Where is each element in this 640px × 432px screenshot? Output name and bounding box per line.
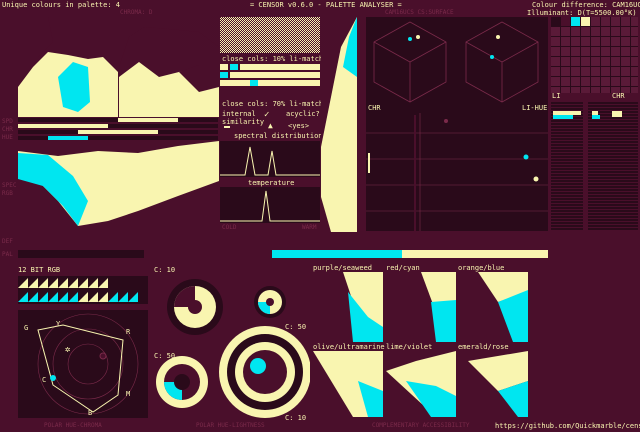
dither-pattern — [220, 17, 320, 53]
spectral-plot — [220, 141, 320, 177]
label-spec: SPEC — [2, 182, 17, 189]
stripe-bars — [18, 118, 218, 140]
palette-swatch-1[interactable] — [18, 250, 144, 258]
gradient-hue-graphic — [18, 17, 118, 117]
scatter-chr-label: CHR — [368, 104, 381, 112]
cam-space-label: CAM16UCS CS:SURFACE — [385, 9, 454, 16]
cvd-label-2: red/cyan — [386, 264, 420, 272]
check-icon: ✓ — [264, 110, 270, 120]
cam-space-panel — [366, 17, 548, 115]
acyclic-value: <yes> — [288, 122, 310, 130]
polar-lightness-title: POLAR HUE-LIGHTNESS — [196, 422, 265, 429]
close-cols-swatches-1 — [220, 64, 320, 92]
app-title: = CENSOR v0.6.0 - PALETTE ANALYSER = — [250, 1, 402, 9]
cvd-panel-1 — [313, 272, 383, 342]
gradient-panel-chroma — [119, 17, 219, 117]
distance-grid — [551, 17, 638, 93]
colour-difference-text: Colour difference: CAM16UCS — [532, 1, 640, 9]
gradient-chroma-graphic — [119, 17, 219, 117]
polar-hue-chroma: ✲ G Y R C B M — [18, 310, 148, 418]
spectral-distribution-title: spectral distribution — [234, 132, 323, 140]
rgb-title: 12 BIT RGB — [18, 266, 61, 274]
temperature-plot — [220, 187, 320, 223]
scatter-right-grid — [416, 113, 548, 231]
scatter-left — [366, 113, 414, 231]
rgb-sawtooth-graphic — [18, 276, 148, 304]
polar-letter-r: R — [126, 328, 131, 336]
gradient-panel-side — [321, 17, 357, 232]
polar-lightness-circles — [156, 279, 310, 418]
illuminant-text: Illuminant: D(T=5500.00°K) — [527, 9, 637, 17]
distance-matrix — [551, 17, 638, 93]
cvd-label-3: orange/blue — [458, 264, 505, 272]
cvd-label-5: lime/violet — [386, 343, 433, 351]
gradient-panel-lightness — [18, 141, 219, 231]
cvd-title: COMPLEMENTARY ACCESSIBILITY — [372, 422, 470, 429]
spectral-graph — [220, 146, 320, 176]
cvd-panel-5 — [386, 351, 456, 417]
scatter-left-grid — [366, 132, 414, 212]
cold-label: COLD — [222, 224, 237, 231]
similarity-bar — [224, 126, 230, 128]
scatter-right — [416, 113, 548, 231]
svg-text:✲: ✲ — [65, 345, 70, 355]
internal-similarity: internal similarity — [222, 110, 265, 126]
cvd-panel-6 — [458, 351, 528, 417]
close-cols-2: close cols: 70% li-match — [222, 100, 324, 108]
cvd-panel-2 — [386, 272, 456, 342]
cvd-label-1: purple/seaweed — [313, 264, 373, 272]
polar-letter-y: Y — [56, 320, 61, 328]
gradient-panel-hue — [18, 17, 118, 117]
li-column — [551, 101, 583, 231]
chroma-label: CHROMA: D — [120, 9, 153, 16]
polar-hue-chroma-graph: ✲ — [37, 313, 139, 415]
cvd-label-6: emerald/rose — [458, 343, 509, 351]
rgb-sawtooth — [18, 276, 148, 304]
palette-swatch-3[interactable] — [272, 250, 402, 258]
temperature-graph — [220, 190, 320, 222]
cvd-label-4: olive/ultramarine — [313, 343, 385, 351]
temperature-title: temperature — [248, 179, 295, 187]
scatter-lihue-label: LI-HUE — [522, 104, 548, 112]
polar-letter-b: B — [88, 409, 93, 417]
label-def: DEF — [2, 238, 13, 245]
gradient-side-graphic — [321, 17, 357, 232]
polar-letter-m: M — [126, 390, 131, 398]
polar-letter-c: C — [42, 376, 47, 384]
chr-label-2: CHR — [612, 92, 625, 100]
palette-swatch-4[interactable] — [402, 250, 548, 258]
palette-swatch-2[interactable] — [144, 250, 272, 258]
cvd-panel-4 — [313, 351, 383, 417]
label-hue: HUE — [2, 134, 13, 141]
acyclic-label: acyclic? — [286, 110, 320, 118]
gradient-lightness-graphic — [18, 141, 219, 231]
chr-column — [588, 101, 638, 231]
polar-letter-g: G — [24, 324, 29, 332]
warm-label: WARM — [302, 224, 317, 231]
cvd-panel-3 — [458, 272, 528, 342]
label-pal: PAL — [2, 251, 13, 258]
unique-colours-text: Unique colours in palette: 4 — [2, 1, 121, 9]
label-chr: CHR — [2, 126, 13, 133]
cam-space-hexagons — [373, 21, 539, 103]
li-label: LI — [552, 92, 561, 100]
palette-bar — [18, 250, 548, 258]
label-rgb: RGB — [2, 190, 13, 197]
polar-hue-chroma-title: POLAR HUE-CHROMA — [44, 422, 102, 429]
repo-link[interactable]: https://github.com/Quickmarble/censor — [495, 422, 640, 430]
label-spd: SPD — [2, 118, 13, 125]
triangle-icon: ▲ — [268, 121, 273, 130]
close-cols-1: close cols: 10% li-match — [222, 55, 324, 63]
